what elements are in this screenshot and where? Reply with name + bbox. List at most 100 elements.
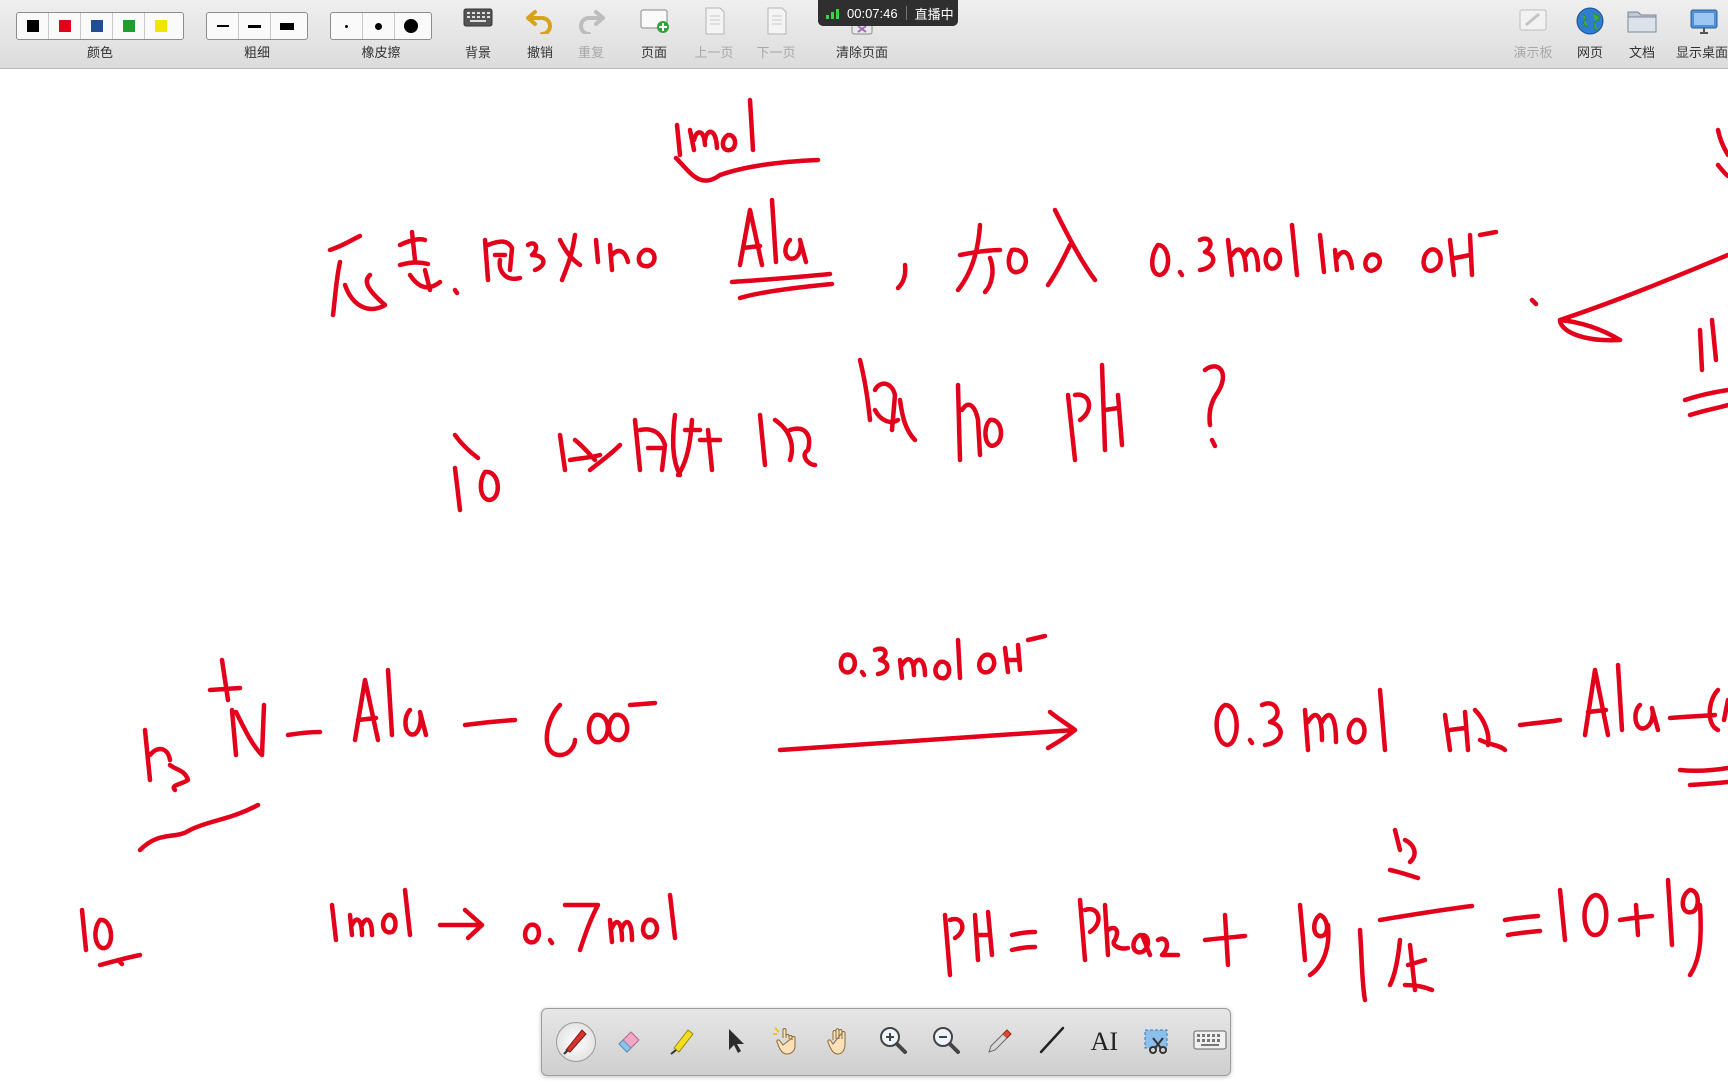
thin-line-icon xyxy=(216,25,229,27)
live-status-text: 直播中 xyxy=(914,6,954,22)
show-desktop-button[interactable]: 显示桌面 xyxy=(1664,0,1728,68)
highlighter-tool-button[interactable] xyxy=(662,1022,702,1062)
eyedropper-icon xyxy=(983,1024,1015,1061)
screenshot-tool-button[interactable] xyxy=(1137,1022,1177,1062)
undo-icon xyxy=(520,6,560,38)
live-status-badge: 00:07:46 直播中 xyxy=(818,0,958,26)
recording-time: 00:07:46 xyxy=(847,5,898,21)
ink-stroke-group xyxy=(942,827,1703,1003)
thickness-options xyxy=(206,12,308,40)
redo-button[interactable]: 重复 xyxy=(571,0,611,68)
thickness-thin-button[interactable] xyxy=(207,13,239,39)
demo-board-icon xyxy=(1513,6,1553,38)
next-page-icon xyxy=(756,6,796,38)
zoom-out-icon xyxy=(930,1024,962,1061)
prev-page-button[interactable]: 上一页 xyxy=(690,0,738,68)
pointer-tool-button[interactable] xyxy=(715,1022,755,1062)
line-icon xyxy=(1036,1024,1068,1061)
ink-stroke-group xyxy=(327,197,1539,318)
show-desktop-label: 显示桌面 xyxy=(1676,45,1728,60)
prev-page-icon xyxy=(694,6,734,38)
eyedropper-tool-button[interactable] xyxy=(979,1022,1019,1062)
large-dot-icon xyxy=(404,19,418,33)
thickness-medium-button[interactable] xyxy=(239,13,271,39)
color-group: 颜色 xyxy=(16,0,184,68)
background-button[interactable]: 背景 xyxy=(458,0,498,68)
globe-icon xyxy=(1570,6,1610,38)
pen-icon xyxy=(560,1024,592,1061)
color-swatch xyxy=(122,20,135,32)
pen-tool-button[interactable] xyxy=(556,1022,596,1062)
medium-dot-icon xyxy=(375,22,382,30)
color-swatch xyxy=(26,20,39,32)
pointer-icon xyxy=(718,1024,750,1061)
undo-label: 撤销 xyxy=(526,45,553,60)
color-red-button[interactable] xyxy=(49,13,81,39)
webpage-button[interactable]: 网页 xyxy=(1568,0,1612,68)
text-tool-button[interactable]: AI xyxy=(1084,1022,1124,1062)
monitor-icon xyxy=(1684,6,1724,38)
keyboard-tool-button[interactable] xyxy=(1190,1022,1230,1062)
color-black-button[interactable] xyxy=(17,13,49,39)
text-icon: AI xyxy=(1090,1027,1119,1056)
redo-label: 重复 xyxy=(577,45,604,60)
laser-hand-icon xyxy=(771,1024,803,1061)
background-label: 背景 xyxy=(464,45,491,60)
document-label: 文档 xyxy=(1628,45,1655,60)
zoom-in-icon xyxy=(877,1024,909,1061)
handwriting-layer xyxy=(79,97,1728,1003)
page-button[interactable]: 页面 xyxy=(634,0,674,68)
pan-tool-button[interactable] xyxy=(820,1022,860,1062)
eraser-label: 橡皮擦 xyxy=(361,45,401,60)
thickness-thick-button[interactable] xyxy=(271,13,303,39)
ink-stroke-group xyxy=(452,357,1226,513)
eraser-large-button[interactable] xyxy=(395,13,427,39)
document-button[interactable]: 文档 xyxy=(1620,0,1664,68)
color-swatch xyxy=(58,20,71,32)
ink-stroke-group xyxy=(79,887,678,968)
next-page-button[interactable]: 下一页 xyxy=(752,0,800,68)
keyboard-background-icon xyxy=(458,6,498,38)
undo-button[interactable]: 撤销 xyxy=(520,0,560,68)
color-yellow-button[interactable] xyxy=(145,13,177,39)
color-green-button[interactable] xyxy=(113,13,145,39)
color-swatch xyxy=(155,20,167,32)
highlighter-icon xyxy=(666,1024,698,1061)
demo-board-label: 演示板 xyxy=(1513,45,1553,60)
whiteboard-canvas[interactable] xyxy=(0,69,1728,1080)
color-blue-button[interactable] xyxy=(81,13,113,39)
folder-icon xyxy=(1622,6,1662,38)
pan-hand-icon xyxy=(824,1024,856,1061)
laser-hand-tool-button[interactable] xyxy=(767,1022,807,1062)
zoom-out-tool-button[interactable] xyxy=(926,1022,966,1062)
top-toolbar: 颜色 粗细 橡皮擦 背景 撤销 重复 页面 上一页 下一页 清除页面 演示板 网… xyxy=(0,0,1728,69)
signal-icon xyxy=(826,7,839,19)
ink-stroke-group xyxy=(777,633,1078,753)
eraser-medium-button[interactable] xyxy=(363,13,395,39)
color-swatch xyxy=(90,20,103,32)
demo-board-button[interactable]: 演示板 xyxy=(1508,0,1558,68)
eraser-group: 橡皮擦 xyxy=(330,0,432,68)
screenshot-icon xyxy=(1141,1024,1173,1061)
clear-page-label: 清除页面 xyxy=(835,45,888,60)
new-page-icon xyxy=(634,6,674,38)
eraser-sizes xyxy=(330,12,432,40)
color-swatches xyxy=(16,12,184,40)
keyboard-icon xyxy=(1193,1028,1227,1057)
webpage-label: 网页 xyxy=(1576,45,1603,60)
page-label: 页面 xyxy=(640,45,667,60)
ink-stroke-group xyxy=(1214,662,1728,753)
thickness-label: 粗细 xyxy=(243,45,270,60)
badge-divider xyxy=(905,6,907,20)
small-dot-icon xyxy=(345,24,348,28)
color-label: 颜色 xyxy=(86,45,113,60)
line-tool-button[interactable] xyxy=(1032,1022,1072,1062)
eraser-small-button[interactable] xyxy=(331,13,363,39)
prev-page-label: 上一页 xyxy=(694,45,734,60)
eraser-tool-button[interactable] xyxy=(609,1022,649,1062)
zoom-in-tool-button[interactable] xyxy=(873,1022,913,1062)
thickness-group: 粗细 xyxy=(206,0,308,68)
next-page-label: 下一页 xyxy=(756,45,796,60)
medium-line-icon xyxy=(248,24,261,28)
thick-line-icon xyxy=(280,22,294,30)
